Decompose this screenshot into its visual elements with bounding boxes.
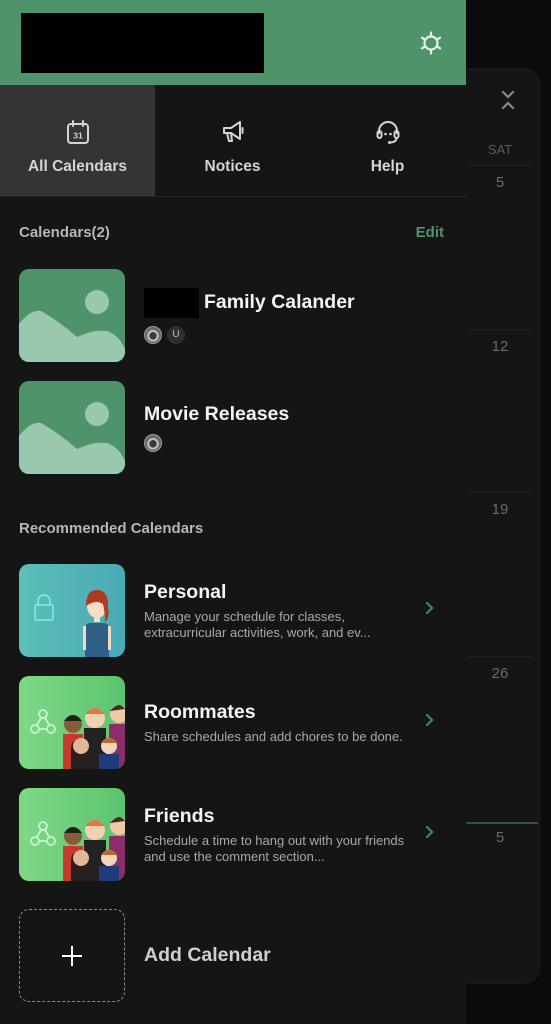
megaphone-icon [222,121,243,142]
calendar-day[interactable]: 26 [466,665,534,682]
calendar-item[interactable]: Family Calander U [19,269,449,362]
calendar-day[interactable]: 5 [466,174,534,191]
edit-calendars-button[interactable]: Edit [416,224,444,241]
today-indicator [466,822,538,824]
add-calendar-box[interactable] [19,909,125,1002]
calendar-day[interactable]: 5 [466,829,534,846]
calendar-members [144,434,449,452]
calendar-31-icon: 31 [66,120,89,144]
tab-notices[interactable]: Notices [155,85,310,196]
calendars-count-heading: Calendars(2) [19,224,110,241]
day-header-sat: SAT [487,142,513,157]
week-divider [466,656,534,657]
personal-illustration [19,564,125,657]
recommended-item-friends[interactable]: Friends Schedule a time to hang out with… [19,788,449,881]
gear-icon[interactable] [418,30,444,56]
calendar-name: Family Calander [144,287,449,318]
recommended-description: Share schedules and add chores to be don… [144,728,403,744]
calendar-item[interactable]: Movie Releases [19,381,449,474]
friends-illustration [19,788,125,881]
week-divider [466,329,534,330]
calendars-section-header: Calendars(2) Edit [0,224,466,241]
redacted-name-prefix [144,287,199,318]
calendar-members: U [144,325,449,344]
svg-text:31: 31 [73,131,83,141]
recommended-description: Manage your schedule for classes, extrac… [144,608,371,640]
side-drawer: 31 All Calendars Notices Help Calendars(… [0,0,466,1024]
tab-all-calendars[interactable]: 31 All Calendars [0,85,155,196]
calendar-name-text: Family Calander [204,291,355,313]
member-avatar: U [167,325,185,344]
tab-help[interactable]: Help [310,85,465,196]
recommended-heading: Recommended Calendars [19,520,204,537]
recommended-section-header: Recommended Calendars [0,520,466,537]
headset-icon [376,121,399,144]
week-divider [466,492,534,493]
calendar-placeholder-image-icon [19,269,125,362]
add-calendar-button[interactable]: Add Calendar [19,909,449,1002]
calendar-name-text: Movie Releases [144,403,290,425]
plus-icon [62,945,82,966]
collapse-expand-icon[interactable] [498,88,518,116]
recommended-description: Schedule a time to hang out with your fr… [144,832,405,864]
recommended-name: Personal [144,580,227,603]
calendar-placeholder-image-icon [19,381,125,474]
calendar-day[interactable]: 12 [466,338,534,355]
recommended-name: Roommates [144,700,256,723]
tab-label: Help [370,158,405,175]
chevron-right-icon [425,713,434,727]
recommended-item-roommates[interactable]: Roommates Share schedules and add chores… [19,676,449,769]
tab-label: Notices [204,158,261,175]
recommended-name: Friends [144,804,215,827]
chevron-right-icon [425,825,434,839]
roommates-illustration [19,676,125,769]
drawer-header [0,0,466,85]
drawer-tabs: 31 All Calendars Notices Help [0,85,466,197]
add-calendar-label: Add Calendar [144,944,271,966]
tab-label: All Calendars [27,158,128,175]
calendar-name: Movie Releases [144,403,449,426]
redacted-username [21,13,264,73]
member-avatar [144,434,162,452]
chevron-right-icon [425,601,434,615]
recommended-item-personal[interactable]: Personal Manage your schedule for classe… [19,564,449,657]
member-avatar [144,325,162,344]
week-divider [466,165,534,166]
calendar-day[interactable]: 19 [466,501,534,518]
